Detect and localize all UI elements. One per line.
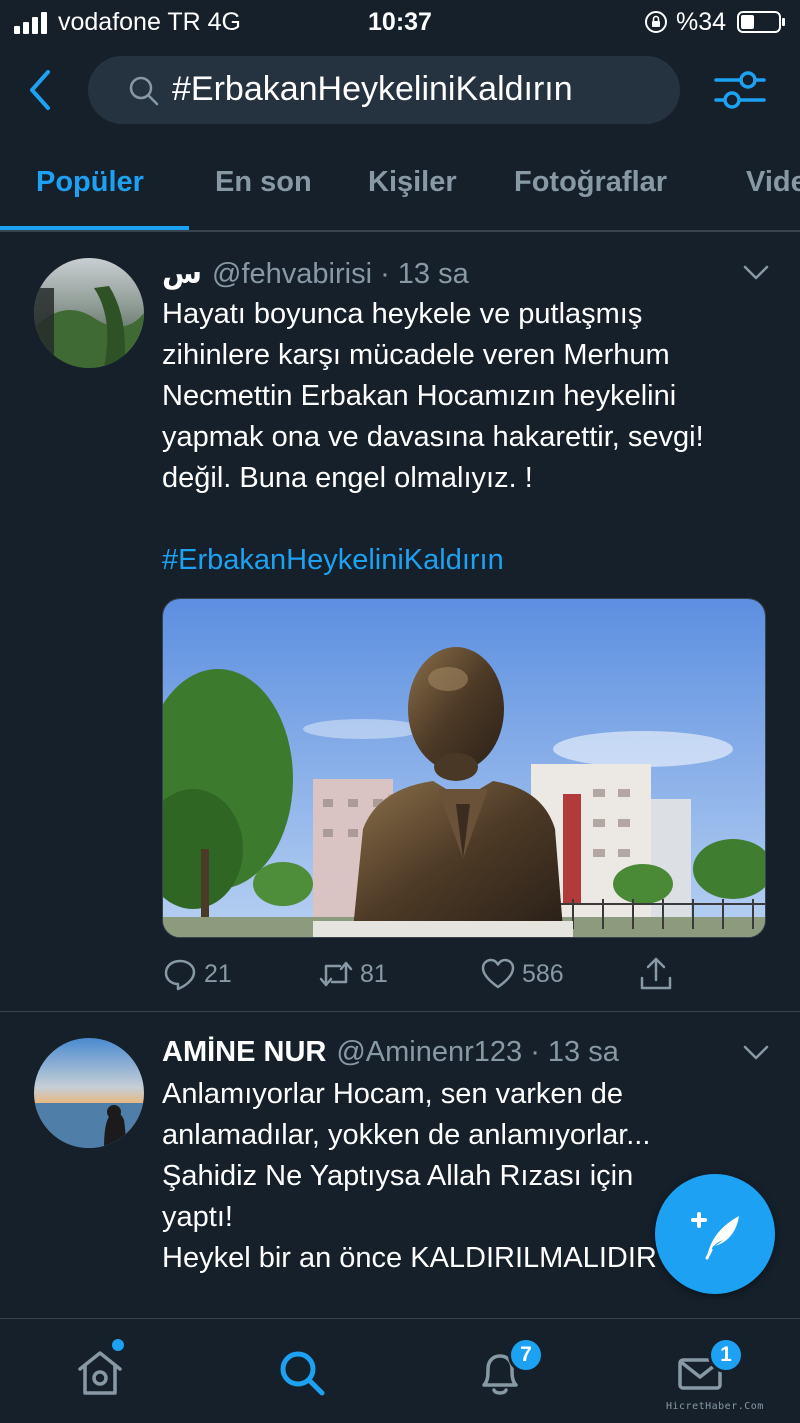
share-button[interactable] xyxy=(638,954,674,994)
search-filter-icon[interactable] xyxy=(714,66,766,114)
avatar[interactable] xyxy=(34,258,144,368)
tweet[interactable]: س @fehvabirisi · 13 sa Hayatı boyunca hey… xyxy=(0,232,800,1012)
statue-photo xyxy=(163,599,765,937)
tweet-header: AMİNE NUR @Aminenr123 · 13 sa xyxy=(162,1036,619,1069)
tweet-time: · 13 sa xyxy=(372,258,469,290)
like-button[interactable]: 586 xyxy=(480,954,564,994)
heart-icon xyxy=(481,958,515,989)
user-name[interactable]: س xyxy=(162,258,202,290)
tab-videos[interactable]: Vide xyxy=(746,166,800,199)
user-handle[interactable]: @Aminenr123 xyxy=(336,1036,522,1068)
messages-badge: 1 xyxy=(708,1337,744,1373)
tweet-header: س @fehvabirisi · 13 sa xyxy=(162,256,469,291)
tweet-photo[interactable] xyxy=(162,598,766,938)
reply-count: 21 xyxy=(204,959,232,988)
reply-icon xyxy=(164,959,196,991)
search-icon xyxy=(129,76,159,106)
chevron-down-icon[interactable] xyxy=(742,1044,770,1062)
battery-percentage: %34 xyxy=(676,8,727,36)
hashtag-link[interactable]: #ErbakanHeykeliniKaldırın xyxy=(162,544,504,577)
tab-people[interactable]: Kişiler xyxy=(368,166,457,199)
status-bar: vodafone TR 4G 10:37 %34 xyxy=(0,0,800,44)
tweet-text: Anlamıyorlar Hocam, sen varken de anlama… xyxy=(162,1078,657,1274)
new-content-dot xyxy=(112,1339,124,1351)
user-handle[interactable]: @fehvabirisi xyxy=(212,258,372,290)
tab-photos[interactable]: Fotoğraflar xyxy=(514,166,667,199)
tweet-actions: 21 81 586 xyxy=(162,954,782,994)
watermark-text: HicretHaber.Com xyxy=(666,1401,764,1412)
search-input[interactable]: #ErbakanHeykeliniKaldırın xyxy=(88,56,680,124)
notifications-badge: 7 xyxy=(508,1337,544,1373)
user-name[interactable]: AMİNE NUR xyxy=(162,1036,326,1068)
compose-tweet-button[interactable] xyxy=(655,1174,775,1294)
like-count: 586 xyxy=(522,959,564,988)
battery-icon xyxy=(737,11,785,33)
retweet-icon xyxy=(319,961,353,987)
retweet-count: 81 xyxy=(360,959,388,988)
avatar[interactable] xyxy=(34,1038,144,1148)
back-arrow-icon[interactable] xyxy=(26,68,56,112)
active-tab-indicator xyxy=(0,226,189,230)
tweet-text: Hayatı boyunca heykele ve putlaşmış zihi… xyxy=(162,298,704,494)
reply-button[interactable]: 21 xyxy=(162,954,232,994)
search-query: #ErbakanHeykeliniKaldırın xyxy=(172,70,573,108)
tab-popular[interactable]: Popüler xyxy=(36,166,144,199)
home-icon[interactable] xyxy=(74,1347,126,1399)
compose-feather-icon xyxy=(691,1212,739,1260)
search-tabs: Popüler En son Kişiler Fotoğraflar Vide xyxy=(0,150,800,232)
search-nav-icon[interactable] xyxy=(276,1347,328,1399)
tweet-time: · 13 sa xyxy=(522,1036,619,1068)
retweet-button[interactable]: 81 xyxy=(318,954,388,994)
share-icon xyxy=(640,957,672,990)
chevron-down-icon[interactable] xyxy=(742,264,770,282)
orientation-lock-icon xyxy=(645,11,667,33)
tab-latest[interactable]: En son xyxy=(215,166,312,199)
